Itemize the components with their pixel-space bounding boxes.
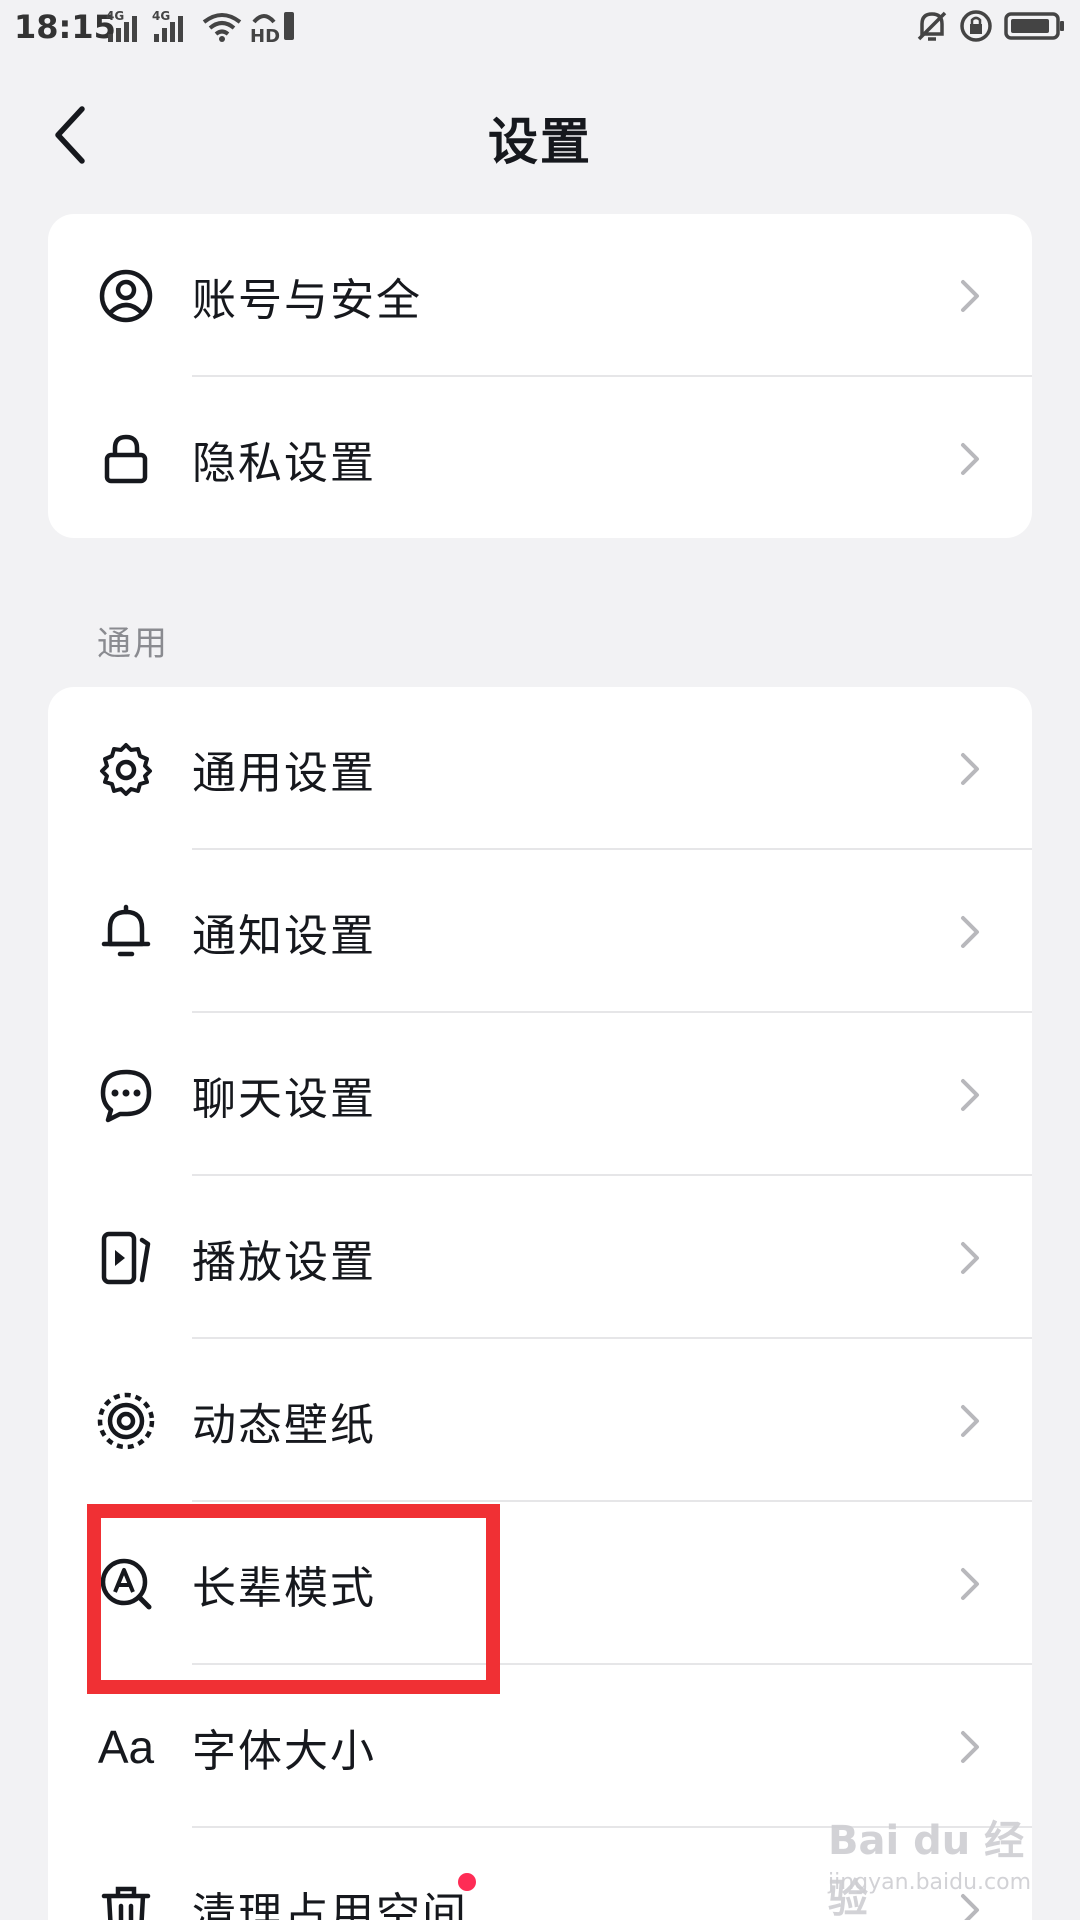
settings-item-label: 播放设置 [192,1236,376,1288]
settings-item-elder-mode[interactable]: 长辈模式 [48,1502,1032,1665]
settings-screen: 18:15 4G 4G HD 设置 账号与安全 隐私设置 通用 通用设置 通知设… [0,0,1080,1920]
settings-item-label: 聊天设置 [192,1073,376,1125]
settings-item-privacy[interactable]: 隐私设置 [48,377,1032,538]
status-time: 18:15 [14,8,116,46]
network-label-2: 4G [152,9,170,23]
settings-item-chat[interactable]: 聊天设置 [48,1013,1032,1176]
user-circle-icon [96,266,156,326]
dynamic-wallpaper-icon [96,1391,156,1451]
settings-item-label: 账号与安全 [192,274,422,326]
font-size-glyph: Aa [97,1720,155,1773]
settings-item-label: 长辈模式 [192,1562,376,1614]
rotation-lock-icon [960,10,992,42]
hd-label: HD [250,26,280,44]
general-settings-card: 通用设置 通知设置 聊天设置 播放设置 动态壁纸 长辈模式 Aa 字体大小 清理… [48,687,1032,1920]
settings-item-clear-storage[interactable]: 清理占用空间 [48,1828,1032,1920]
lock-icon [96,429,156,489]
chevron-right-icon [961,279,979,312]
mute-bell-icon [917,11,947,41]
settings-item-label: 隐私设置 [192,437,376,489]
font-size-icon: Aa [96,1717,156,1777]
chevron-right-icon [961,442,979,475]
settings-item-label: 通知设置 [192,910,376,962]
play-screen-icon [96,1228,156,1288]
account-settings-card: 账号与安全 隐私设置 [48,214,1032,538]
settings-item-notifications[interactable]: 通知设置 [48,850,1032,1013]
chevron-right-icon [961,1241,979,1274]
bell-icon [96,902,156,962]
chat-bubble-icon [96,1065,156,1125]
settings-item-playback[interactable]: 播放设置 [48,1176,1032,1339]
settings-item-label: 动态壁纸 [192,1399,376,1451]
elder-mode-icon [96,1554,156,1614]
chevron-right-icon [961,1567,979,1600]
battery-icon [1004,12,1064,40]
section-heading-general: 通用 [97,624,169,664]
chevron-right-icon [961,752,979,785]
trash-icon [96,1880,156,1920]
settings-item-account-security[interactable]: 账号与安全 [48,214,1032,377]
chevron-right-icon [961,915,979,948]
settings-item-dynamic-wallpaper[interactable]: 动态壁纸 [48,1339,1032,1502]
chevron-right-icon [961,1078,979,1111]
settings-item-font-size[interactable]: Aa 字体大小 [48,1665,1032,1828]
wifi-icon [202,13,242,42]
network-label-1: 4G [106,9,124,23]
navigation-header: 设置 [0,70,1080,200]
settings-item-label: 清理占用空间 [192,1888,468,1920]
page-title: 设置 [488,113,592,171]
signal-4g-icon: 4G [106,9,137,42]
settings-item-general[interactable]: 通用设置 [48,687,1032,850]
settings-item-label: 字体大小 [192,1725,376,1777]
chevron-right-icon [961,1893,979,1920]
gear-icon [96,739,156,799]
signal-4g-icon-2: 4G [152,9,183,42]
new-badge-dot [458,1873,476,1891]
hd-voice-icon: HD [250,12,294,44]
chevron-right-icon [961,1404,979,1437]
chevron-right-icon [961,1730,979,1763]
settings-item-label: 通用设置 [192,747,376,799]
status-bar: 18:15 4G 4G HD [0,0,1080,56]
